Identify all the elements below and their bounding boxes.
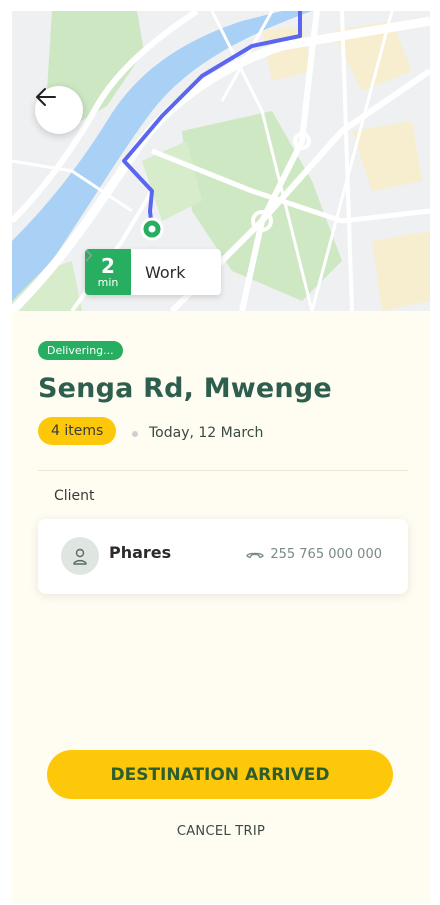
destination-arrived-button[interactable]: DESTINATION ARRIVED	[47, 750, 393, 799]
client-card[interactable]: Phares 255 765 000 000	[38, 519, 408, 594]
delivery-address: Senga Rd, Mwenge	[38, 373, 332, 404]
eta-card[interactable]: 2 min Work	[85, 249, 221, 295]
eta-unit: min	[97, 275, 119, 289]
divider	[38, 470, 408, 471]
client-section-label: Client	[54, 488, 95, 504]
arrow-left-icon	[36, 88, 56, 106]
client-phone[interactable]: 255 765 000 000	[246, 547, 382, 562]
status-badge: Delivering...	[38, 341, 123, 360]
user-icon	[73, 548, 87, 565]
destination-label: Work	[145, 262, 186, 282]
separator-dot	[132, 431, 138, 437]
destination-link[interactable]: Work	[85, 249, 221, 295]
screen: 2 min Work Delivering... Senga Rd, Mweng…	[12, 11, 430, 904]
client-phone-number: 255 765 000 000	[270, 547, 382, 562]
back-button[interactable]	[35, 86, 83, 134]
phone-icon	[246, 552, 264, 558]
map-view[interactable]: 2 min Work	[12, 11, 430, 311]
map-graphic	[12, 11, 430, 311]
chevron-right-icon	[85, 249, 93, 262]
eta-value: 2	[101, 253, 115, 278]
client-name: Phares	[109, 543, 172, 562]
cancel-trip-button[interactable]: CANCEL TRIP	[12, 824, 430, 839]
delivery-date: Today, 12 March	[149, 425, 264, 441]
avatar	[61, 537, 99, 575]
items-badge: 4 items	[38, 417, 117, 445]
